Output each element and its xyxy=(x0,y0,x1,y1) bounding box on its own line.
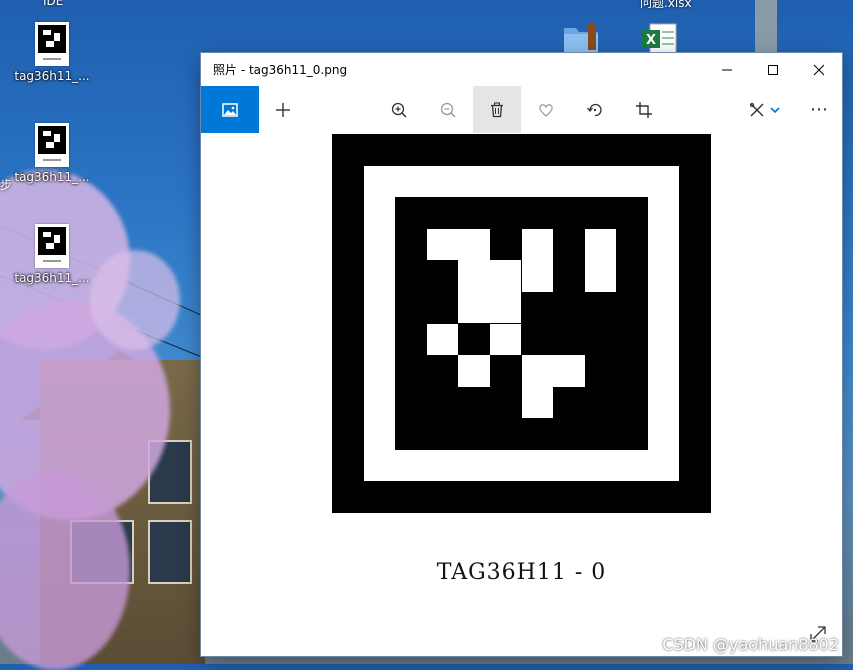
tag-caption: TAG36H11 - 0 xyxy=(436,560,607,585)
image-viewer[interactable]: TAG36H11 - 0 xyxy=(201,133,842,656)
image-thumbnail-icon xyxy=(35,224,69,268)
chevron-down-icon xyxy=(770,106,780,113)
house-window xyxy=(148,520,192,584)
photo-icon xyxy=(222,102,238,117)
desktop-file-icon[interactable]: tag36h11_... xyxy=(14,22,90,83)
rotate-icon xyxy=(587,103,602,116)
add-icon xyxy=(276,102,290,117)
crop-button[interactable] xyxy=(620,86,668,133)
toolbar: ⋯ xyxy=(201,86,842,133)
watermark: CSDN @yaohuan8802 xyxy=(662,635,839,654)
desktop-label-xlsx: 问题.xlsx xyxy=(640,0,692,10)
lamp-pole xyxy=(755,0,777,54)
photos-window: 照片 - tag36h11_0.png ⋯ TAG36H11 - 0 xyxy=(201,53,842,656)
desktop-file-icon[interactable]: tag36h11_... xyxy=(14,224,90,285)
close-button[interactable] xyxy=(796,53,842,86)
zoom-in-button[interactable] xyxy=(375,86,423,133)
title-bar[interactable]: 照片 - tag36h11_0.png xyxy=(201,53,842,86)
more-options-button[interactable]: ⋯ xyxy=(796,86,842,133)
zoom-out-icon xyxy=(440,102,456,118)
see-all-photos-button[interactable] xyxy=(201,86,259,133)
favorite-icon xyxy=(539,103,553,117)
more-icon: ⋯ xyxy=(810,99,828,120)
rotate-button[interactable] xyxy=(571,86,619,133)
minimize-icon xyxy=(722,69,732,70)
delete-icon xyxy=(491,101,503,117)
edit-create-button[interactable] xyxy=(739,86,789,133)
zoom-in-icon xyxy=(391,102,407,118)
close-icon xyxy=(813,64,825,75)
svg-text:X: X xyxy=(646,33,656,48)
add-button[interactable] xyxy=(259,86,307,133)
image-thumbnail-icon xyxy=(35,123,69,167)
cherry-blossom xyxy=(90,250,180,350)
desktop-file-label: tag36h11_... xyxy=(14,170,90,184)
image-thumbnail-icon xyxy=(35,22,69,66)
desktop-label-ide: IDE xyxy=(43,0,64,8)
maximize-icon xyxy=(768,64,778,75)
crop-icon xyxy=(636,101,652,118)
apriltag-image xyxy=(332,134,711,513)
edit-icon xyxy=(749,102,764,116)
tag-payload xyxy=(395,197,648,450)
zoom-out-button[interactable] xyxy=(424,86,472,133)
desktop-file-label: tag36h11_... xyxy=(14,271,90,285)
desktop-file-icon[interactable]: tag36h11_... xyxy=(14,123,90,184)
delete-button[interactable] xyxy=(473,86,521,133)
favorite-button[interactable] xyxy=(522,86,570,133)
window-title: 照片 - tag36h11_0.png xyxy=(213,63,348,77)
desktop-label-fragment: 步 xyxy=(0,178,13,192)
maximize-button[interactable] xyxy=(750,53,796,86)
minimize-button[interactable] xyxy=(704,53,750,86)
desktop-file-label: tag36h11_... xyxy=(14,69,90,83)
